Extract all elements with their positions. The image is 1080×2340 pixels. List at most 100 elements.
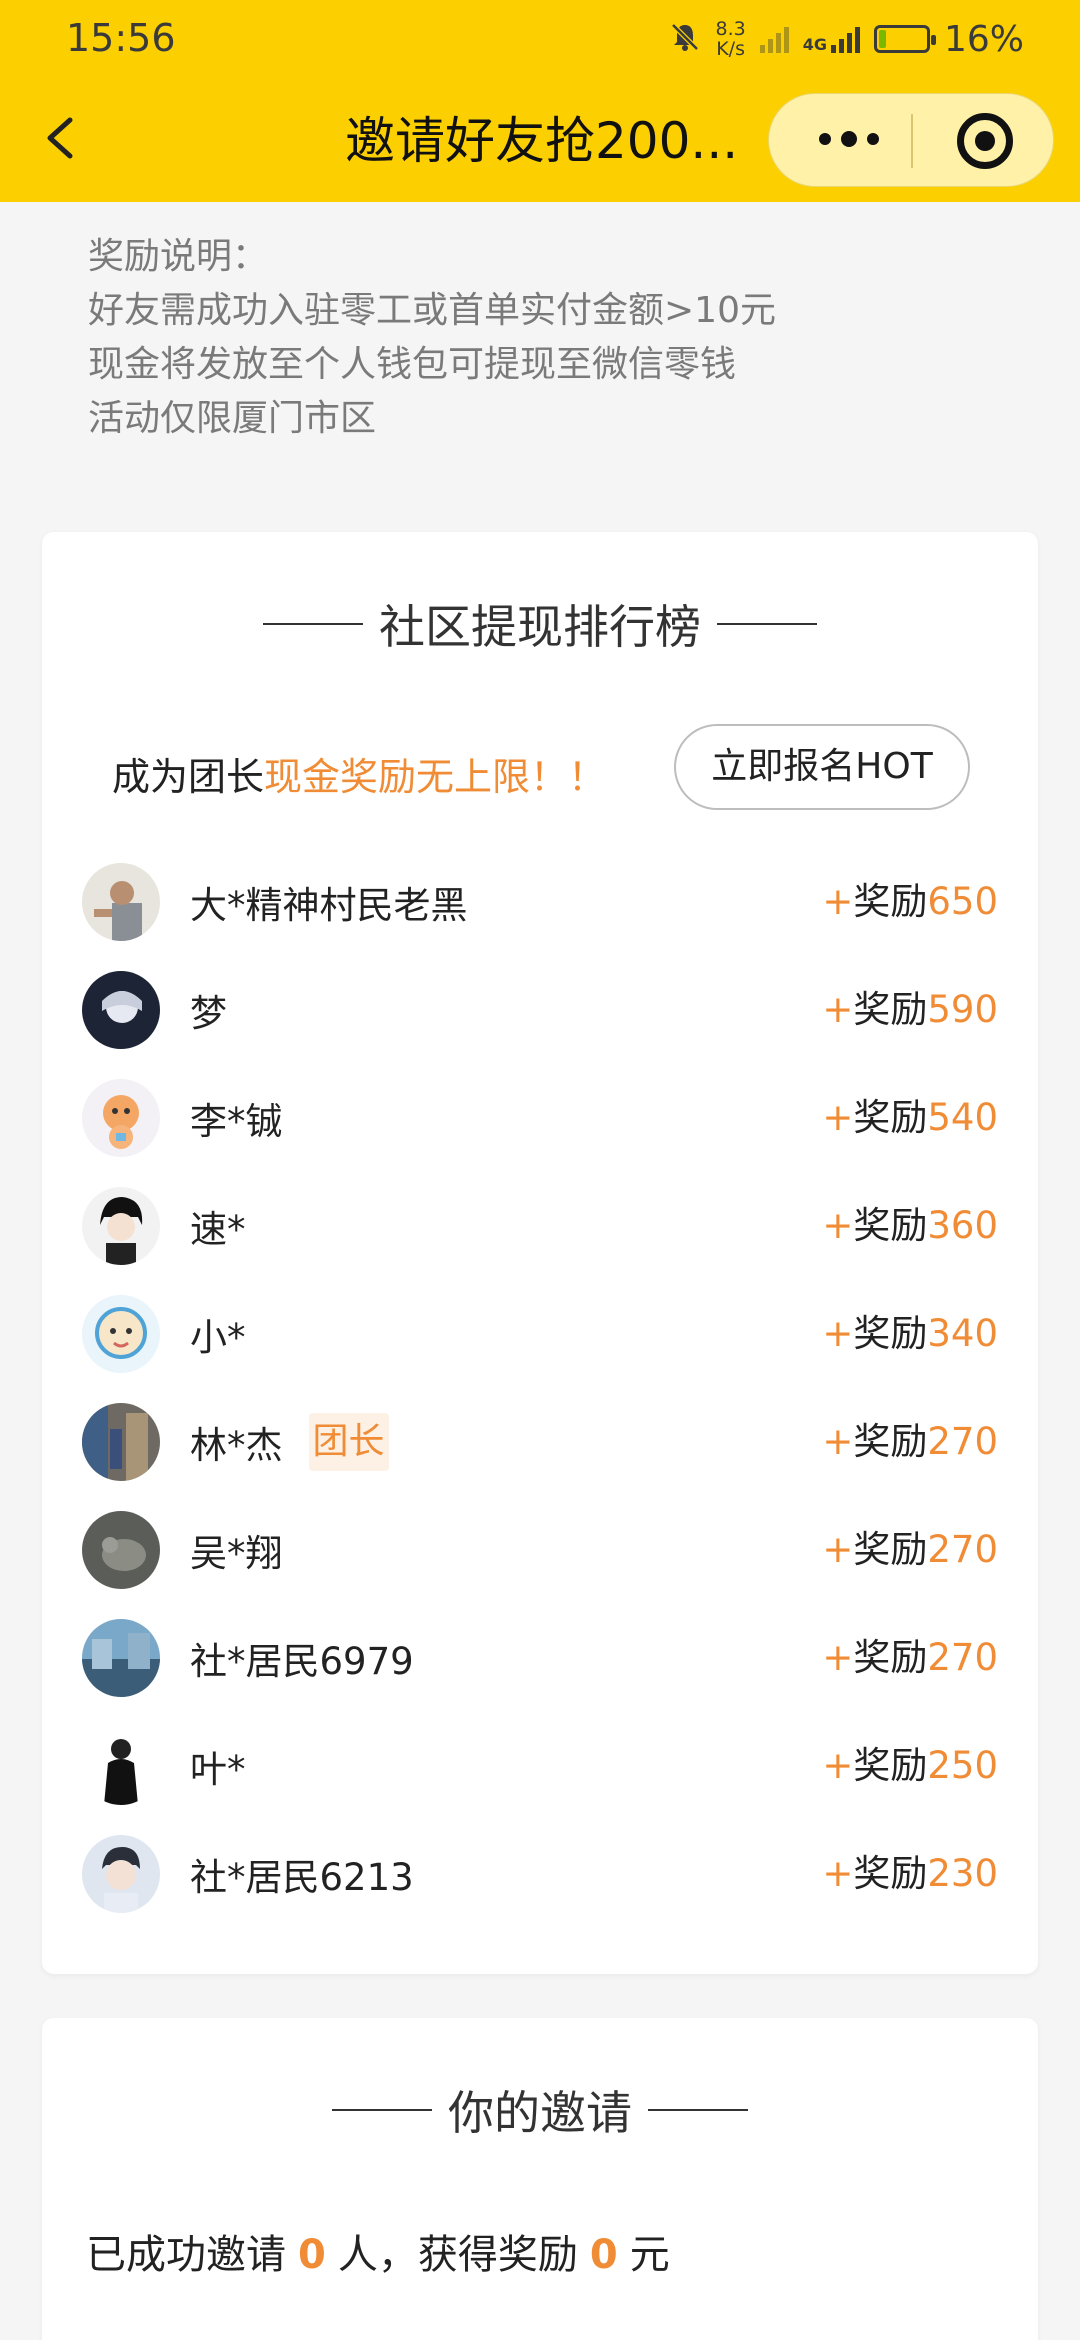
ranking-name: 李*铖: [190, 1100, 283, 1143]
ranking-reward: +奖励540: [822, 1064, 998, 1172]
ranking-reward: +奖励230: [822, 1820, 998, 1928]
ranking-reward: +奖励590: [822, 956, 998, 1064]
plus-sign: +: [822, 880, 854, 923]
ranking-reward: +奖励270: [822, 1388, 998, 1496]
plus-sign: +: [822, 1852, 854, 1895]
ranking-row: 梦 +奖励590: [82, 956, 998, 1064]
net-speed: 8.3 K/s: [715, 18, 746, 60]
ranking-card: 社区提现排行榜 成为团长现金奖励无上限！！ 立即报名HOT 大*精神村民老黑 +奖…: [42, 532, 1038, 1974]
avatar: [82, 1079, 160, 1157]
ranking-name: 小*: [190, 1316, 246, 1359]
ranking-list: 大*精神村民老黑 +奖励650 梦 +奖励590 李*铖 +奖励540 速* +奖励360 小*…: [82, 848, 998, 1928]
signup-button[interactable]: 立即报名HOT: [674, 724, 970, 810]
plus-sign: +: [822, 1204, 854, 1247]
ranking-reward: +奖励340: [822, 1280, 998, 1388]
reward-amount: 340: [927, 1312, 998, 1355]
reward-amount: 360: [927, 1204, 998, 1247]
capsule-divider: [911, 114, 913, 168]
plus-sign: +: [822, 1528, 854, 1571]
chevron-left-icon: [47, 117, 73, 159]
ranking-name: 大*精神村民老黑: [190, 884, 468, 927]
reward-label: 奖励: [853, 988, 928, 1031]
reward-label: 奖励: [853, 1744, 928, 1787]
back-button[interactable]: [40, 108, 90, 168]
ranking-name: 社*居民6213: [190, 1856, 414, 1899]
avatar: [82, 863, 160, 941]
signal-icon: [759, 25, 789, 53]
reward-label: 奖励: [853, 1312, 928, 1355]
avatar: [82, 1511, 160, 1589]
avatar: [82, 971, 160, 1049]
target-close-icon: [975, 131, 995, 151]
reward-amount: 650: [927, 880, 998, 923]
reward-amount: 540: [927, 1096, 998, 1139]
more-dots-icon: [819, 133, 831, 145]
page-title: 邀请好友抢200...: [345, 112, 739, 170]
invite-reward: 0: [589, 2232, 618, 2278]
reward-amount: 270: [927, 1636, 998, 1679]
ranking-reward: +奖励650: [822, 848, 998, 956]
status-time: 15:56: [66, 16, 176, 60]
ranking-row: 社*居民6213 +奖励230: [82, 1820, 998, 1928]
reward-amount: 270: [927, 1528, 998, 1571]
more-button[interactable]: [809, 114, 889, 164]
ranking-title: 社区提现排行榜: [42, 584, 1038, 664]
nav-bar: 邀请好友抢200...: [0, 78, 1080, 202]
battery-icon: [873, 25, 936, 53]
status-bar: 15:56 8.3 K/s 4G 16%: [0, 0, 1080, 78]
header-bar: 15:56 8.3 K/s 4G 16% 邀请好友抢200...: [0, 0, 1080, 202]
reward-label: 奖励: [853, 1096, 928, 1139]
reward-info-line: 活动仅限厦门市区: [88, 398, 377, 439]
invite-count: 0: [298, 2232, 326, 2278]
reward-description: 奖励说明： 好友需成功入驻零工或首单实付金额>10元 现金将发放至个人钱包可提现…: [88, 230, 988, 446]
signal-4g-icon: 4G: [803, 25, 860, 53]
leader-badge: 团长: [308, 1413, 389, 1471]
reward-label: 奖励: [853, 1420, 928, 1463]
invite-title: 你的邀请: [42, 2070, 1038, 2150]
plus-sign: +: [822, 1744, 854, 1787]
reward-label: 奖励: [853, 1852, 928, 1895]
close-miniprogram-button[interactable]: [957, 113, 1013, 169]
ranking-reward: +奖励270: [822, 1496, 998, 1604]
reward-info-line: 奖励说明：: [88, 236, 269, 277]
status-icons: 8.3 K/s 4G 16%: [668, 16, 1024, 62]
ranking-name: 社*居民6979: [190, 1640, 414, 1683]
avatar: [82, 1187, 160, 1265]
ranking-reward: +奖励270: [822, 1604, 998, 1712]
plus-sign: +: [822, 1096, 854, 1139]
plus-sign: +: [822, 1420, 854, 1463]
miniprogram-capsule: [768, 93, 1054, 187]
invite-summary: 已成功邀请 0 人，获得奖励 0 元: [86, 2232, 670, 2278]
reward-amount: 250: [927, 1744, 998, 1787]
ranking-name: 吴*翔: [190, 1532, 283, 1575]
plus-sign: +: [822, 1312, 854, 1355]
avatar: [82, 1727, 160, 1805]
ranking-row: 小* +奖励340: [82, 1280, 998, 1388]
reward-label: 奖励: [853, 1528, 928, 1571]
ranking-row: 林*杰 团长 +奖励270: [82, 1388, 998, 1496]
plus-sign: +: [822, 988, 854, 1031]
reward-amount: 590: [927, 988, 998, 1031]
ranking-name: 速*: [190, 1208, 246, 1251]
ranking-name: 叶*: [190, 1748, 246, 1791]
ranking-row: 社*居民6979 +奖励270: [82, 1604, 998, 1712]
reward-info-line: 现金将发放至个人钱包可提现至微信零钱: [88, 344, 737, 385]
invite-card: 你的邀请 已成功邀请 0 人，获得奖励 0 元: [42, 2018, 1038, 2340]
ranking-row: 速* +奖励360: [82, 1172, 998, 1280]
ranking-row: 叶* +奖励250: [82, 1712, 998, 1820]
plus-sign: +: [822, 1636, 854, 1679]
reward-amount: 230: [927, 1852, 998, 1895]
ranking-row: 李*铖 +奖励540: [82, 1064, 998, 1172]
ranking-name: 林*杰: [190, 1424, 283, 1467]
battery-percent: 16%: [943, 18, 1024, 60]
avatar: [82, 1619, 160, 1697]
ranking-row: 吴*翔 +奖励270: [82, 1496, 998, 1604]
reward-amount: 270: [927, 1420, 998, 1463]
ranking-row: 大*精神村民老黑 +奖励650: [82, 848, 998, 956]
reward-label: 奖励: [853, 1204, 928, 1247]
ranking-name: 梦: [190, 992, 227, 1035]
ranking-reward: +奖励360: [822, 1172, 998, 1280]
avatar: [82, 1403, 160, 1481]
avatar: [82, 1295, 160, 1373]
leader-promo: 成为团长现金奖励无上限！！: [112, 755, 607, 799]
